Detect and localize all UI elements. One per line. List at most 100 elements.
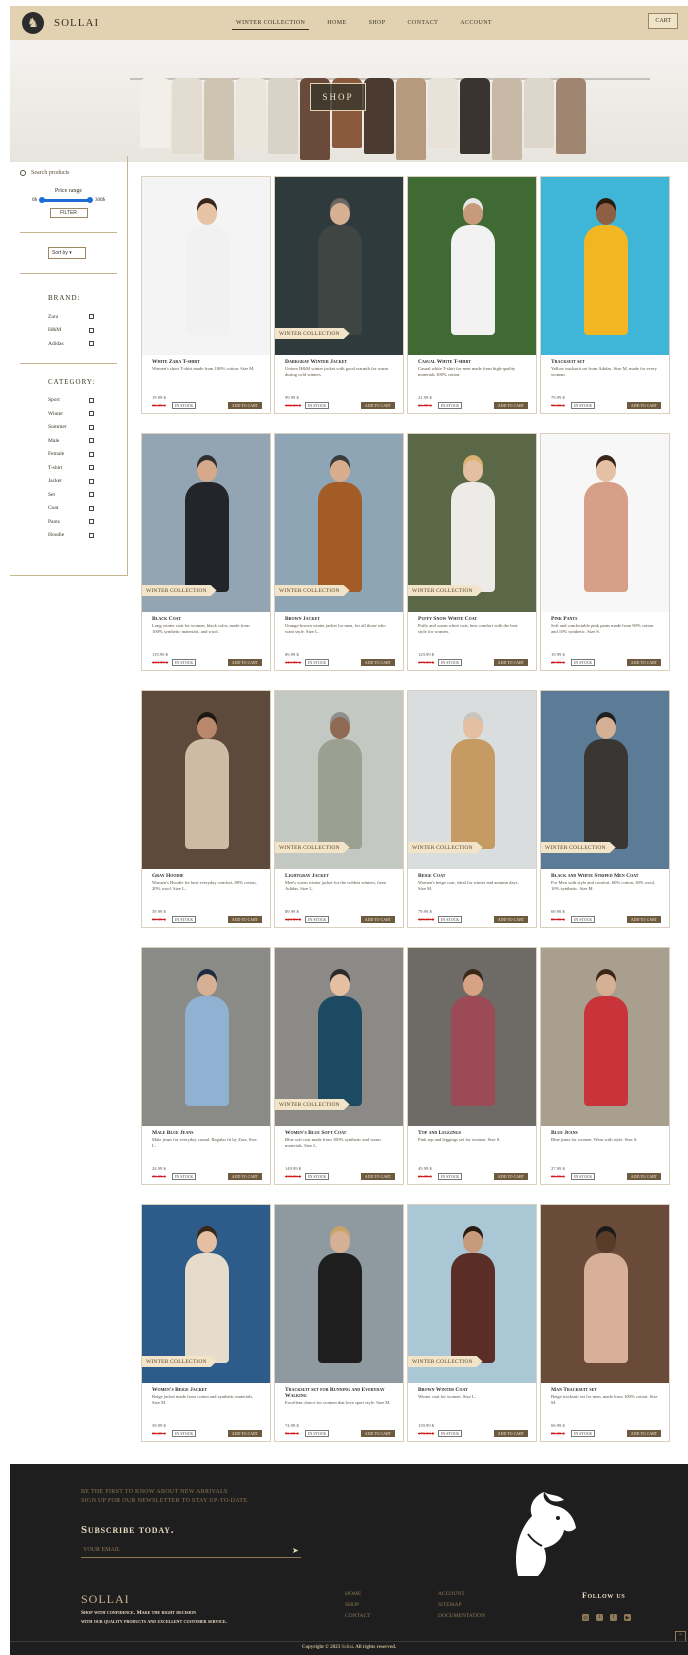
add-to-cart-button[interactable]: Add to cart <box>493 1430 528 1437</box>
product-photo[interactable] <box>541 177 669 355</box>
product-card[interactable]: WINTER COLLECTION Lightgray Jacket Men's… <box>274 690 404 928</box>
product-name[interactable]: Women's Beige Jacket <box>152 1387 270 1393</box>
category-checkbox[interactable] <box>89 397 94 403</box>
send-icon[interactable]: ➤ <box>292 1546 299 1555</box>
brand-option[interactable]: H&M <box>48 324 94 338</box>
product-name[interactable]: Blue Jeans <box>551 1130 669 1136</box>
add-to-cart-button[interactable]: Add to cart <box>360 1430 395 1437</box>
category-option[interactable]: Set <box>48 488 94 502</box>
category-checkbox[interactable] <box>89 532 94 538</box>
footer-link-contact[interactable]: Contact <box>345 1613 371 1619</box>
product-name[interactable]: Black and White Striped Men Coat <box>551 873 669 879</box>
product-name[interactable]: Beige Coat <box>418 873 536 879</box>
category-option[interactable]: Female <box>48 448 94 462</box>
category-option[interactable]: Winter <box>48 407 94 421</box>
nav-shop[interactable]: SHOP <box>365 17 390 29</box>
footer-link-account[interactable]: Account <box>438 1591 485 1597</box>
category-checkbox[interactable] <box>89 519 94 525</box>
product-photo[interactable] <box>541 948 669 1126</box>
facebook-icon[interactable]: f <box>610 1614 617 1621</box>
add-to-cart-button[interactable]: Add to cart <box>227 916 262 923</box>
product-name[interactable]: Man Tracksuit set <box>551 1387 669 1393</box>
product-name[interactable]: Lightgray Jacket <box>285 873 403 879</box>
cart-button[interactable]: CART <box>648 13 678 29</box>
brand[interactable]: ♞ SOLLAI <box>22 12 99 34</box>
footer-link-home[interactable]: Home <box>345 1591 371 1597</box>
category-checkbox[interactable] <box>89 438 94 444</box>
product-photo[interactable] <box>541 434 669 612</box>
product-name[interactable]: Women's Blue Soft Coat <box>285 1130 403 1136</box>
product-name[interactable]: Top and Leggings <box>418 1130 536 1136</box>
footer-link-sitemap[interactable]: Sitemap <box>438 1602 485 1608</box>
hero-shop-button[interactable]: SHOP <box>310 83 366 111</box>
product-card[interactable]: Casual White T-shirt Casual white T-shir… <box>407 176 537 414</box>
add-to-cart-button[interactable]: Add to cart <box>626 402 661 409</box>
product-photo[interactable]: WINTER COLLECTION <box>275 434 403 612</box>
add-to-cart-button[interactable]: Add to cart <box>626 916 661 923</box>
product-photo[interactable]: WINTER COLLECTION <box>408 434 536 612</box>
email-input[interactable]: Your Email <box>81 1544 301 1558</box>
category-checkbox[interactable] <box>89 424 94 430</box>
search-box[interactable]: Search products <box>10 156 127 182</box>
search-input[interactable]: Search products <box>31 170 70 176</box>
category-option[interactable]: Summer <box>48 421 94 435</box>
add-to-cart-button[interactable]: Add to cart <box>360 402 395 409</box>
product-card[interactable]: WINTER COLLECTION Brown Winter Coat Wint… <box>407 1204 537 1442</box>
twitter-icon[interactable]: t <box>596 1614 603 1621</box>
category-checkbox[interactable] <box>89 492 94 498</box>
category-option[interactable]: Male <box>48 434 94 448</box>
product-card[interactable]: WINTER COLLECTION Brown Jacket Orange-br… <box>274 433 404 671</box>
nav-contact[interactable]: CONTACT <box>404 17 443 29</box>
brand-option[interactable]: Zara <box>48 310 94 324</box>
product-photo[interactable]: WINTER COLLECTION <box>275 691 403 869</box>
product-card[interactable]: Pink Pants Soft and comfortable pink pan… <box>540 433 670 671</box>
add-to-cart-button[interactable]: Add to cart <box>493 402 528 409</box>
product-name[interactable]: White Zara T-shirt <box>152 359 270 365</box>
product-name[interactable]: Brown Jacket <box>285 616 403 622</box>
add-to-cart-button[interactable]: Add to cart <box>227 659 262 666</box>
product-name[interactable]: Pink Pants <box>551 616 669 622</box>
product-name[interactable]: Black Coat <box>152 616 270 622</box>
product-photo[interactable]: WINTER COLLECTION <box>541 691 669 869</box>
product-photo[interactable]: WINTER COLLECTION <box>142 434 270 612</box>
copyright-brand[interactable]: Sollai <box>341 1645 353 1650</box>
add-to-cart-button[interactable]: Add to cart <box>360 1173 395 1180</box>
sort-select[interactable]: Sort by ▾ <box>48 247 86 259</box>
product-card[interactable]: Top and Leggings Pink top and leggings s… <box>407 947 537 1185</box>
product-name[interactable]: Brown Winter Coat <box>418 1387 536 1393</box>
product-card[interactable]: WINTER COLLECTION Darkgray Winter Jacket… <box>274 176 404 414</box>
product-card[interactable]: WINTER COLLECTION Black Coat Long winter… <box>141 433 271 671</box>
product-name[interactable]: Casual White T-shirt <box>418 359 536 365</box>
add-to-cart-button[interactable]: Add to cart <box>227 1430 262 1437</box>
filter-button[interactable]: Filter <box>49 208 88 218</box>
instagram-icon[interactable]: ◎ <box>582 1614 589 1621</box>
product-name[interactable]: Tracksuit set for Running and Everyday W… <box>285 1387 403 1399</box>
product-photo[interactable] <box>408 177 536 355</box>
product-photo[interactable] <box>541 1205 669 1383</box>
add-to-cart-button[interactable]: Add to cart <box>493 659 528 666</box>
product-photo[interactable] <box>142 948 270 1126</box>
price-slider[interactable] <box>39 197 93 203</box>
category-option[interactable]: Hoodie <box>48 529 94 543</box>
product-name[interactable]: Darkgray Winter Jacket <box>285 359 403 365</box>
footer-link-documentation[interactable]: Documentation <box>438 1613 485 1619</box>
product-card[interactable]: White Zara T-shirt Women's short T-shirt… <box>141 176 271 414</box>
brand-checkbox[interactable] <box>89 314 94 320</box>
add-to-cart-button[interactable]: Add to cart <box>360 916 395 923</box>
add-to-cart-button[interactable]: Add to cart <box>227 1173 262 1180</box>
product-photo[interactable]: WINTER COLLECTION <box>275 177 403 355</box>
nav-account[interactable]: ACCOUNT <box>456 17 496 29</box>
category-checkbox[interactable] <box>89 478 94 484</box>
product-card[interactable]: Gray Hoodie Women's Hoodie for best ever… <box>141 690 271 928</box>
product-card[interactable]: Tracksuit set Yellow tracksuit set from … <box>540 176 670 414</box>
add-to-cart-button[interactable]: Add to cart <box>360 659 395 666</box>
product-card[interactable]: WINTER COLLECTION Women's Blue Soft Coat… <box>274 947 404 1185</box>
brand-checkbox[interactable] <box>89 327 94 333</box>
product-card[interactable]: WINTER COLLECTION Puffy Snow White Coat … <box>407 433 537 671</box>
brand-option[interactable]: Adidas <box>48 337 94 351</box>
product-photo[interactable]: WINTER COLLECTION <box>408 1205 536 1383</box>
category-checkbox[interactable] <box>89 465 94 471</box>
nav-winter-collection[interactable]: WINTER COLLECTION <box>232 17 310 30</box>
category-checkbox[interactable] <box>89 451 94 457</box>
product-photo[interactable]: WINTER COLLECTION <box>275 948 403 1126</box>
